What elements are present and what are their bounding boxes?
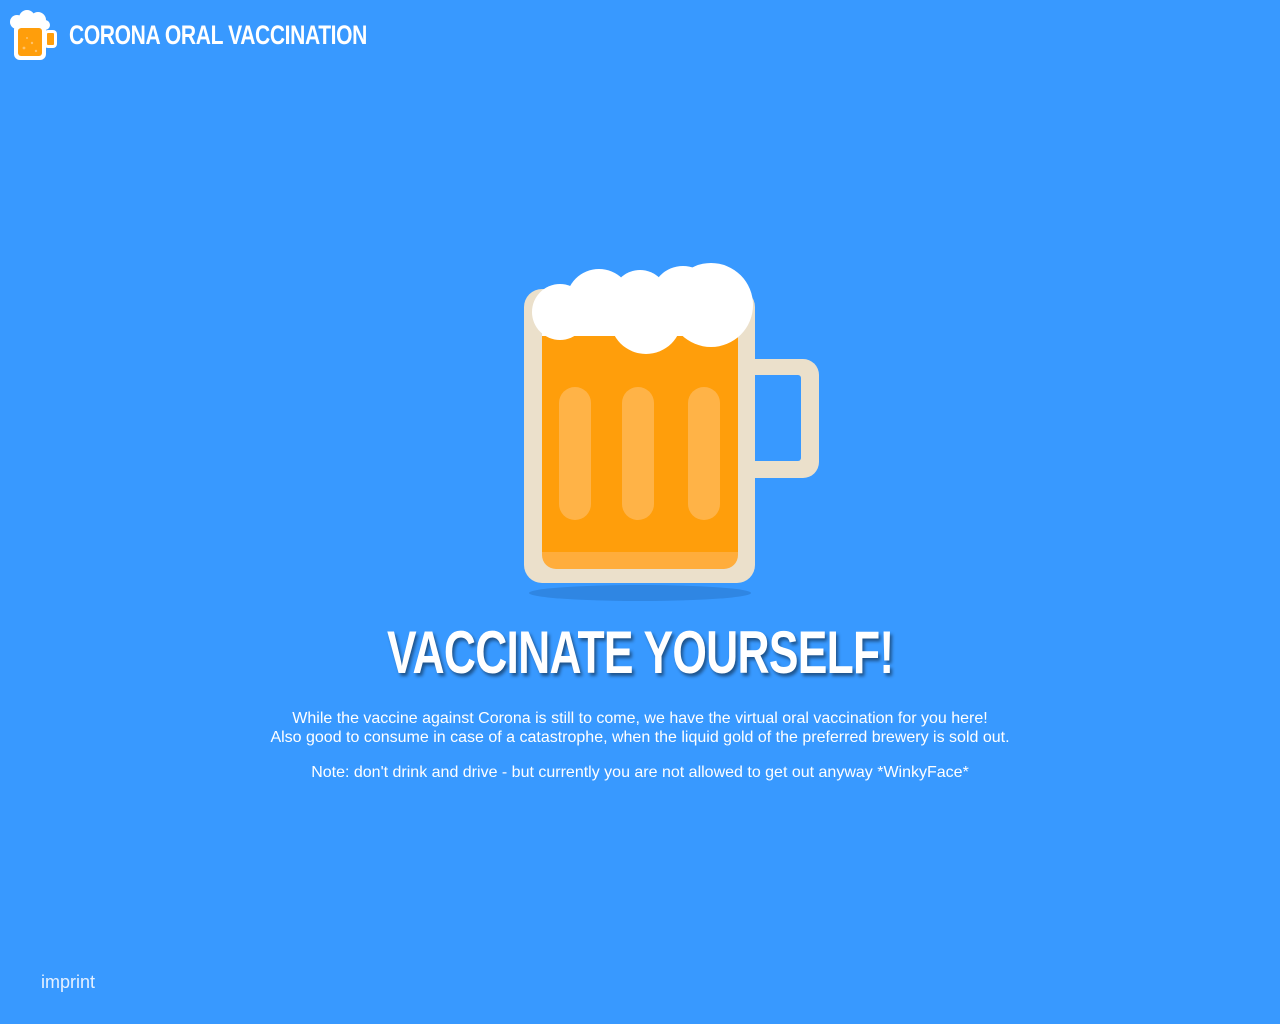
intro-line-2: Also good to consume in case of a catast… xyxy=(270,729,1010,746)
hero-title: VACCINATE YOURSELF! xyxy=(0,618,1280,688)
note-text: Note: don't drink and drive - but curren… xyxy=(311,764,969,781)
hero-title-text: VACCINATE YOURSELF! xyxy=(386,619,894,686)
site-header-link[interactable]: CORONA ORAL VACCINATION xyxy=(10,10,451,60)
beer-mug-icon xyxy=(10,10,57,60)
intro-text: While the vaccine against Corona is stil… xyxy=(0,709,1280,747)
beer-mug-icon xyxy=(524,263,819,601)
beer-mug-button[interactable] xyxy=(520,262,822,604)
intro-line-1: While the vaccine against Corona is stil… xyxy=(292,710,988,727)
imprint-link[interactable]: imprint xyxy=(41,971,95,993)
site-title: CORONA ORAL VACCINATION xyxy=(69,19,367,50)
